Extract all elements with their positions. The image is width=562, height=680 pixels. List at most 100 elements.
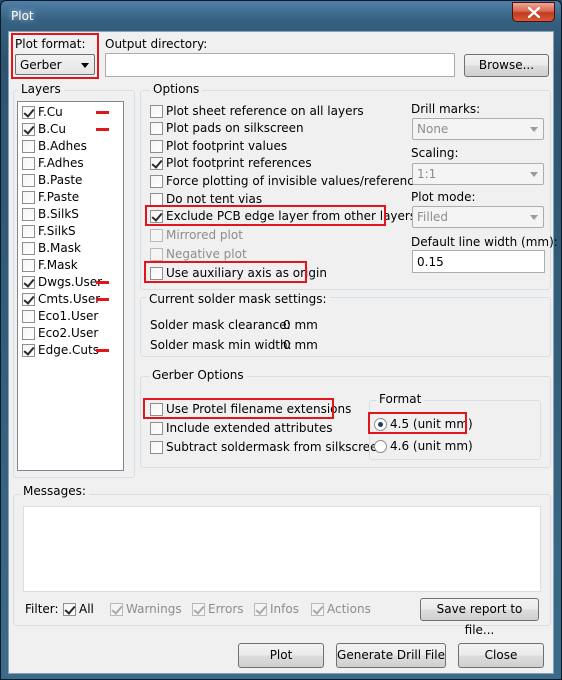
plot-mode-value: Filled bbox=[417, 210, 449, 224]
layer-highlight-mark bbox=[96, 349, 109, 352]
option-do-not-tent-vias-label: Do not tent vias bbox=[166, 192, 263, 206]
filter-infos-label: Infos bbox=[270, 602, 299, 616]
layer-name: F.SilkS bbox=[38, 224, 76, 238]
solder-mask-clearance-label: Solder mask clearance: bbox=[150, 318, 291, 332]
filter-errors-checkbox bbox=[192, 603, 205, 616]
solder-mask-group-title: Current solder mask settings: bbox=[146, 292, 330, 306]
layer-name: Cmts.User bbox=[38, 292, 101, 306]
format-4-6-radio[interactable] bbox=[374, 440, 387, 453]
layer-row-f-paste[interactable]: F.Paste bbox=[22, 189, 122, 206]
filter-actions-checkbox bbox=[311, 603, 324, 616]
layer-checkbox[interactable] bbox=[22, 242, 35, 255]
plot-dialog-window: Plot Plot format: Gerber Output director… bbox=[0, 0, 562, 680]
filter-infos-checkbox bbox=[254, 603, 267, 616]
layer-checkbox[interactable] bbox=[22, 310, 35, 323]
output-directory-label: Output directory: bbox=[105, 37, 208, 51]
protel-extensions-highlight bbox=[143, 398, 334, 419]
layer-name: Eco1.User bbox=[38, 309, 99, 323]
drill-marks-value: None bbox=[417, 122, 449, 136]
browse-button-label: Browse... bbox=[478, 58, 535, 72]
option-plot-sheet-reference-checkbox[interactable] bbox=[150, 105, 163, 118]
window-close-button[interactable] bbox=[512, 2, 555, 22]
layer-checkbox[interactable] bbox=[22, 157, 35, 170]
chevron-down-icon bbox=[530, 215, 538, 220]
solder-mask-clearance-value: 0 mm bbox=[283, 318, 318, 332]
close-button[interactable]: Close bbox=[458, 643, 544, 668]
layer-row-b-adhes[interactable]: B.Adhes bbox=[22, 138, 122, 155]
layer-checkbox[interactable] bbox=[22, 344, 35, 357]
filter-actions-label: Actions bbox=[327, 602, 371, 616]
layer-row-eco2-user[interactable]: Eco2.User bbox=[22, 325, 122, 342]
layer-row-b-mask[interactable]: B.Mask bbox=[22, 240, 122, 257]
layer-row-f-adhes[interactable]: F.Adhes bbox=[22, 155, 122, 172]
layer-checkbox[interactable] bbox=[22, 174, 35, 187]
layer-highlight-mark bbox=[96, 128, 109, 131]
scaling-select: 1:1 bbox=[412, 163, 544, 185]
option-plot-pads-silkscreen-checkbox[interactable] bbox=[150, 122, 163, 135]
gerber-extended-attributes-label: Include extended attributes bbox=[166, 421, 333, 435]
title-bar[interactable]: Plot bbox=[1, 1, 561, 31]
layer-highlight-mark bbox=[96, 298, 109, 301]
layer-name: B.Paste bbox=[38, 173, 83, 187]
option-plot-footprint-values-checkbox[interactable] bbox=[150, 140, 163, 153]
option-plot-footprint-references-label: Plot footprint references bbox=[166, 156, 312, 170]
layer-checkbox[interactable] bbox=[22, 276, 35, 289]
layer-row-f-cu[interactable]: F.Cu bbox=[22, 104, 122, 121]
layer-name: Eco2.User bbox=[38, 326, 99, 340]
layer-row-cmts-user[interactable]: Cmts.User bbox=[22, 291, 122, 308]
window-title: Plot bbox=[11, 9, 34, 23]
browse-button[interactable]: Browse... bbox=[464, 54, 549, 77]
layer-checkbox[interactable] bbox=[22, 293, 35, 306]
layer-checkbox[interactable] bbox=[22, 140, 35, 153]
layer-checkbox[interactable] bbox=[22, 259, 35, 272]
filter-warnings-label: Warnings bbox=[126, 602, 182, 616]
layer-row-eco1-user[interactable]: Eco1.User bbox=[22, 308, 122, 325]
layer-checkbox[interactable] bbox=[22, 208, 35, 221]
save-report-button-label: Save report to file... bbox=[436, 602, 523, 637]
plot-mode-select: Filled bbox=[412, 206, 544, 228]
option-plot-footprint-references-checkbox[interactable] bbox=[150, 157, 163, 170]
solder-mask-min-width-label: Solder mask min width: bbox=[150, 338, 292, 352]
default-line-width-input[interactable]: 0.15 bbox=[412, 250, 545, 273]
format-4-5-highlight bbox=[368, 412, 467, 434]
gerber-subtract-soldermask-checkbox[interactable] bbox=[150, 441, 163, 454]
exclude-pcb-edge-highlight bbox=[145, 205, 386, 226]
format-group-title: Format bbox=[376, 392, 425, 406]
filter-warnings-checkbox bbox=[110, 603, 123, 616]
option-plot-pads-silkscreen-label: Plot pads on silkscreen bbox=[166, 121, 304, 135]
format-4-6-label: 4.6 (unit mm) bbox=[390, 439, 473, 453]
layer-row-edge-cuts[interactable]: Edge.Cuts bbox=[22, 342, 122, 359]
layer-checkbox[interactable] bbox=[22, 191, 35, 204]
option-plot-sheet-reference-label: Plot sheet reference on all layers bbox=[166, 104, 364, 118]
plot-format-highlight bbox=[11, 33, 99, 79]
use-auxiliary-axis-highlight bbox=[144, 261, 307, 283]
layer-row-f-silks[interactable]: F.SilkS bbox=[22, 223, 122, 240]
plot-mode-label: Plot mode: bbox=[411, 190, 476, 204]
drill-marks-select: None bbox=[412, 118, 544, 140]
layer-name: B.Mask bbox=[38, 241, 81, 255]
layer-checkbox[interactable] bbox=[22, 225, 35, 238]
filter-errors-label: Errors bbox=[208, 602, 244, 616]
layer-row-f-mask[interactable]: F.Mask bbox=[22, 257, 122, 274]
output-directory-input[interactable] bbox=[105, 53, 455, 77]
layer-checkbox[interactable] bbox=[22, 327, 35, 340]
option-negative-plot-checkbox bbox=[150, 248, 163, 261]
option-force-plotting-invisible-checkbox[interactable] bbox=[150, 175, 163, 188]
layer-checkbox[interactable] bbox=[22, 123, 35, 136]
layer-name: F.Cu bbox=[38, 105, 63, 119]
default-line-width-label: Default line width (mm): bbox=[411, 235, 558, 249]
save-report-button[interactable]: Save report to file... bbox=[420, 598, 539, 637]
layer-highlight-mark bbox=[96, 111, 109, 114]
layer-highlight-mark bbox=[96, 281, 109, 284]
layer-checkbox[interactable] bbox=[22, 106, 35, 119]
layer-row-b-silks[interactable]: B.SilkS bbox=[22, 206, 122, 223]
filter-all-checkbox[interactable] bbox=[63, 603, 76, 616]
layer-row-dwgs-user[interactable]: Dwgs.User bbox=[22, 274, 122, 291]
gerber-extended-attributes-checkbox[interactable] bbox=[150, 422, 163, 435]
plot-button[interactable]: Plot bbox=[238, 643, 324, 668]
generate-drill-file-button[interactable]: Generate Drill File bbox=[336, 643, 446, 668]
layers-list[interactable]: F.Cu B.Cu B.Adhes F.Adhes B.Paste F.Past… bbox=[17, 101, 124, 471]
layer-row-b-cu[interactable]: B.Cu bbox=[22, 121, 122, 138]
messages-text-area[interactable] bbox=[23, 506, 541, 592]
layer-row-b-paste[interactable]: B.Paste bbox=[22, 172, 122, 189]
